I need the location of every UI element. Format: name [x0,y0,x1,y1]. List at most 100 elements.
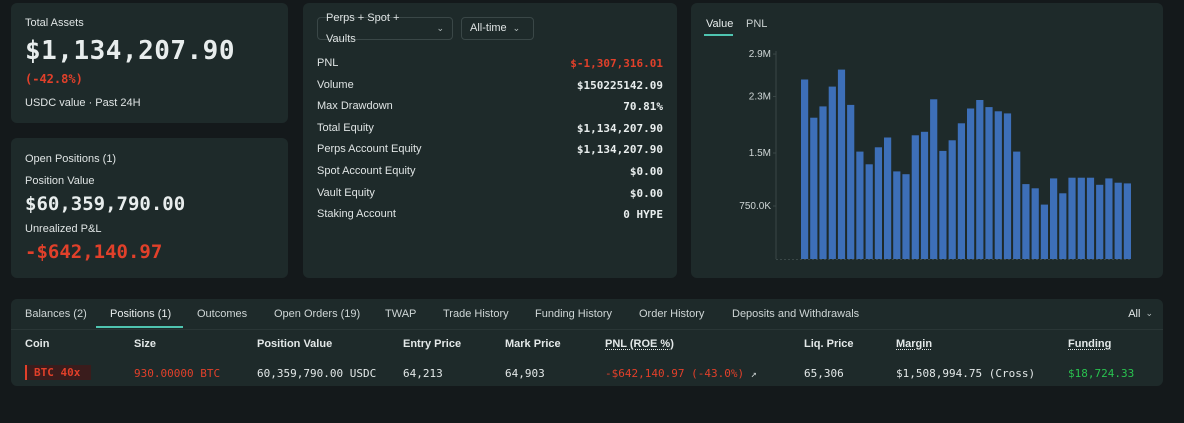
chart-bar [1114,182,1122,259]
chart-bar [847,104,855,260]
chart-bar [920,131,929,259]
header-size: Size [134,338,157,350]
chart-bar [1059,193,1067,259]
chevron-down-icon: ⌄ [1145,308,1153,318]
chart-bar [1077,177,1085,259]
stat-row: Total Equity $1,134,207.90 [317,122,663,138]
chart-bar [1096,184,1104,259]
chart-bar [1105,178,1113,259]
cell-entry-price: 64,213 [403,367,443,380]
chart-bar [837,69,846,259]
tab-funding-history[interactable]: Funding History [535,308,612,320]
tab-open-orders-19[interactable]: Open Orders (19) [274,308,360,320]
stat-value: $1,134,207.90 [576,143,663,157]
tab-deposits-and-withdrawals[interactable]: Deposits and Withdrawals [732,308,859,320]
header-margin[interactable]: Margin [896,338,932,350]
chart-bar [1050,178,1058,259]
stat-label: Staking Account [317,208,396,221]
tab-balances-2[interactable]: Balances (2) [25,308,87,320]
stat-row: Volume $150225142.09 [317,79,663,95]
filter-dropdown-label: All [1128,308,1141,320]
stat-row: Perps Account Equity $1,134,207.90 [317,143,663,159]
stat-label: Perps Account Equity [317,143,422,156]
chart-bar [902,174,910,259]
y-tick-label: 750.0K [739,201,771,212]
chart-bar [1013,151,1021,259]
stat-value: $150225142.09 [576,78,663,92]
chart-bar [1031,188,1039,259]
chart-bar [994,111,1002,259]
tab-twap[interactable]: TWAP [385,308,416,320]
header-liq-price: Liq. Price [804,338,854,350]
open-positions-title: Open Positions (1) [25,153,117,165]
tab-trade-history[interactable]: Trade History [443,308,509,320]
stat-value: 70.81% [623,100,663,114]
stat-label: Spot Account Equity [317,165,416,177]
chart-bar [957,123,965,259]
y-tick-label: 2.9M [749,49,771,60]
total-assets-subtitle: USDC value · Past 24H [25,97,141,109]
stat-label: Max Drawdown [317,100,393,113]
header-mark-price: Mark Price [505,338,561,350]
chart-bar [939,150,947,259]
share-icon[interactable]: ↗ [751,369,757,380]
chart-bar [801,79,809,259]
stat-row: Vault Equity $0.00 [317,187,663,203]
filter-dropdown[interactable]: All ⌄ [1128,308,1153,320]
chart-bar [1068,177,1076,259]
chart-bar [1022,184,1030,259]
cell-position-value: 60,359,790.00 USDC [257,367,377,380]
stat-row: PNL $-1,307,316.01 [317,57,663,73]
chevron-down-icon: ⌄ [436,23,444,33]
chart-bar [930,99,938,259]
stat-row: Spot Account Equity $0.00 [317,165,663,181]
header-funding[interactable]: Funding [1068,338,1111,350]
chart-bar [976,100,984,259]
cell-funding: $18,724.33 [1068,367,1135,380]
time-range-dropdown[interactable]: All-time ⌄ [461,17,534,40]
header-entry-price: Entry Price [403,338,462,350]
cell-size: 930.00000 BTC [134,367,221,380]
chevron-down-icon: ⌄ [512,23,521,33]
chart-bar [819,106,827,260]
chart-bar [1003,113,1012,260]
coin-badge[interactable]: BTC 40x [25,365,91,380]
total-assets-change: (-42.8%) [25,72,83,86]
tab-outcomes[interactable]: Outcomes [197,308,247,320]
chart-bar [884,137,892,259]
chart-bar [856,151,864,259]
header-pnl[interactable]: PNL (ROE %) [605,338,674,350]
stat-label: PNL [317,57,339,69]
y-tick-label: 2.3M [749,91,771,102]
total-assets-label: Total Assets [25,17,84,29]
stat-value: $0.00 [629,165,663,178]
cell-mark-price: 64,903 [505,367,545,380]
chart-bar [985,107,993,259]
header-coin: Coin [25,338,50,350]
positions-panel: Balances (2) Positions (1) Outcomes Open Or… [11,299,1163,386]
tab-positions-1[interactable]: Positions (1) [110,308,171,320]
chart-bar [865,164,873,259]
scope-dropdown-label: Perps + Spot + Vaults [326,11,400,45]
position-value-label: Position Value [25,175,95,187]
cell-pnl[interactable]: -$642,140.97 (-43.0%) ↗ [605,367,757,380]
unrealized-pnl-label: Unrealized P&L [25,223,102,235]
stat-row: Max Drawdown 70.81% [317,100,663,116]
chart-bar [948,140,956,259]
cell-liq-price: 65,306 [804,367,844,380]
scope-dropdown[interactable]: Perps + Spot + Vaults ⌄ [317,12,453,45]
chart-bar [893,171,901,259]
account-value-bar-chart: 2.9M 2.3M 1.5M 750.0K [739,49,1132,260]
chart-bar [967,108,975,259]
chart-bar [874,147,882,259]
chart-bar [1086,177,1095,259]
active-tab-indicator [96,326,183,328]
stat-label: Total Equity [317,121,374,134]
stat-value: $0.00 [629,186,663,200]
divider [11,329,1163,330]
stat-value: $-1,307,316.01 [570,57,663,70]
stat-label: Volume [317,78,354,91]
chart-bar [1123,183,1131,259]
chart-bar [810,117,818,259]
tab-order-history[interactable]: Order History [639,308,704,320]
